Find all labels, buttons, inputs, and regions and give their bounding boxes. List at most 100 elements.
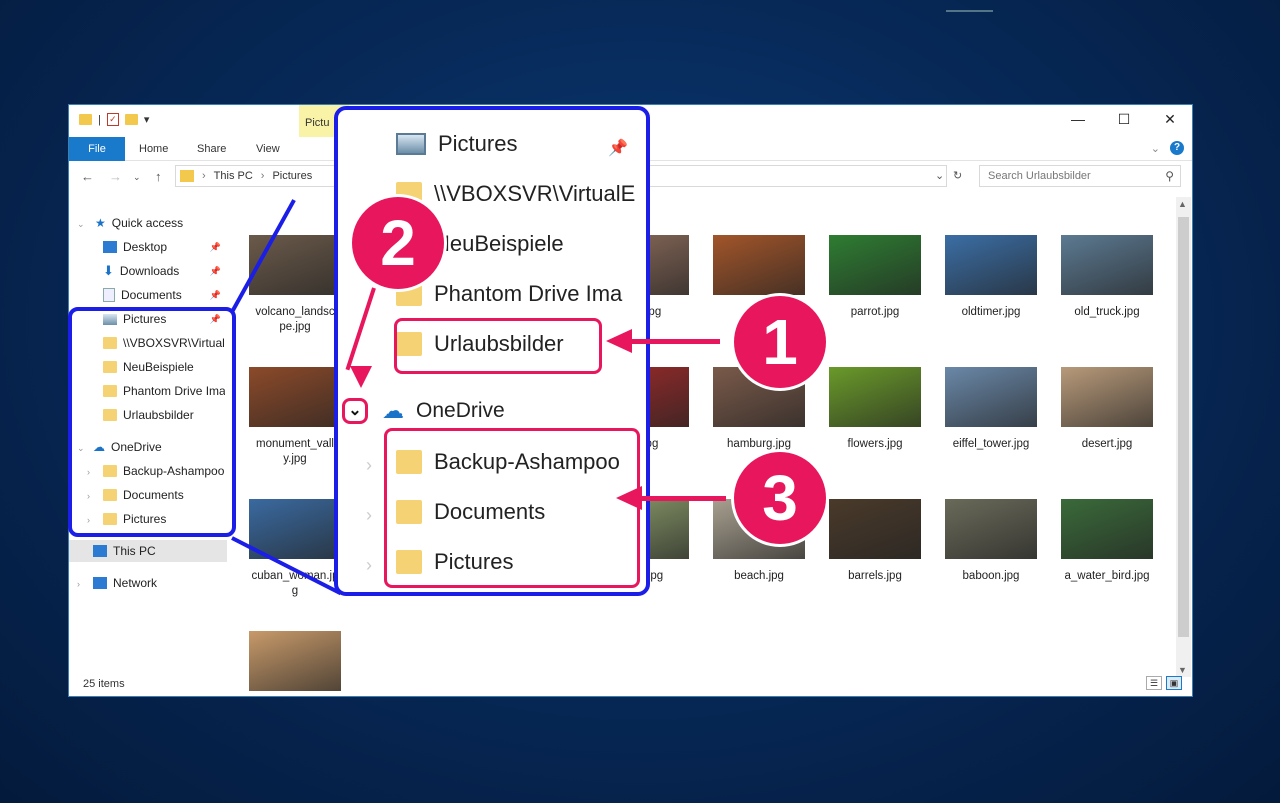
sidebar-item-this-pc[interactable]: This PC (69, 540, 227, 562)
item-count: 25 items (83, 678, 125, 690)
file-thumbnail[interactable]: eiffel_tower.jpg (945, 367, 1037, 452)
desktop-icon (103, 241, 117, 253)
file-name: monument_vall (256, 438, 334, 450)
tab-home[interactable]: Home (129, 137, 178, 161)
download-arrow-icon: ⬇ (103, 263, 114, 278)
sidebar-item-desktop[interactable]: Desktop 📌 (103, 236, 225, 258)
file-thumbnail[interactable]: desert.jpg (1061, 367, 1153, 452)
back-icon[interactable]: ← (81, 169, 94, 184)
document-icon (103, 288, 115, 302)
quick-access-toolbar: | ✓ ▾ (79, 113, 149, 126)
image-preview (249, 235, 341, 295)
image-preview (945, 499, 1037, 559)
sidebar-item-network[interactable]: Network (93, 572, 225, 594)
minimize-button[interactable]: — (1063, 111, 1093, 127)
image-preview (249, 367, 341, 427)
file-thumbnail[interactable]: oldtimer.jpg (945, 235, 1037, 320)
tab-share[interactable]: Share (187, 137, 236, 161)
zoom-item-onedrive: ☁ OneDrive (382, 393, 505, 429)
sidebar-item-label: Documents (121, 288, 182, 302)
breadcrumb-pictures[interactable]: Pictures (272, 170, 312, 182)
image-preview (945, 235, 1037, 295)
network-icon (93, 577, 107, 589)
scroll-up-icon[interactable]: ▲ (1178, 199, 1187, 209)
pin-icon: 📌 (608, 140, 628, 157)
zoom-item-label: NeuBeispiele (434, 231, 564, 256)
qat-dropdown-icon[interactable]: ▾ (144, 113, 150, 126)
zoom-item-label: Phantom Drive Ima (434, 281, 623, 306)
file-thumbnail[interactable]: flowers.jpg (829, 367, 921, 452)
step-badge-1: 1 (734, 296, 826, 388)
arrow-head-2 (350, 366, 372, 388)
up-icon[interactable]: ↑ (155, 169, 162, 184)
file-thumbnail[interactable]: barrels.jpg (829, 499, 921, 584)
step-badge-2: 2 (352, 197, 444, 289)
forward-icon[interactable]: → (109, 169, 122, 184)
sidebar-item-label: Network (113, 576, 158, 590)
maximize-button[interactable]: ☐ (1109, 111, 1139, 128)
chevron-right-icon[interactable]: › (77, 579, 80, 589)
address-dropdown-icon[interactable]: ⌄ (935, 169, 944, 182)
breadcrumb-this-pc[interactable]: This PC (214, 170, 253, 182)
pictures-icon (396, 133, 426, 155)
new-folder-icon[interactable] (124, 114, 138, 125)
file-name-continued: pe.jpg (279, 321, 311, 333)
status-bar: 25 items ☰ ▣ (69, 672, 1192, 696)
zoom-item-vboxsvr: \\VBOXSVR\VirtualE (396, 176, 635, 212)
file-thumbnail[interactable]: old_truck.jpg (1061, 235, 1153, 320)
image-preview (249, 499, 341, 559)
arrow-shaft-1 (630, 339, 720, 344)
image-preview (829, 499, 921, 559)
sidebar-item-label: This PC (113, 544, 156, 558)
refresh-icon[interactable]: ↻ (953, 169, 962, 182)
file-thumbnail[interactable]: baboon.jpg (945, 499, 1037, 584)
properties-icon[interactable]: ✓ (106, 113, 119, 126)
sidebar-item-label: Desktop (123, 240, 168, 254)
sidebar-item-quick-access[interactable]: ★ Quick access (95, 212, 225, 234)
highlight-box-onedrive-items (384, 428, 640, 588)
image-preview (713, 235, 805, 295)
tab-file[interactable]: File (69, 137, 125, 161)
image-preview (1061, 499, 1153, 559)
search-input[interactable]: Search Urlaubsbilder ⚲ (979, 165, 1181, 187)
file-name: baboon.jpg (962, 570, 1020, 582)
vertical-scrollbar[interactable]: ▲ ▼ (1176, 197, 1191, 677)
file-thumbnail[interactable]: parrot.jpg (829, 235, 921, 320)
expand-ribbon-icon[interactable]: ⌄ (1151, 142, 1160, 155)
recent-locations-icon[interactable]: ⌄ (133, 172, 141, 183)
file-name: hamburg.jpg (727, 438, 791, 450)
chevron-right-icon: › (202, 170, 206, 182)
details-view-icon[interactable]: ☰ (1146, 676, 1162, 690)
sidebar-item-label: Downloads (119, 264, 180, 278)
file-name-continued: y.jpg (283, 453, 307, 465)
tab-view[interactable]: View (246, 137, 290, 161)
sidebar-item-documents[interactable]: Documents 📌 (103, 284, 225, 306)
file-thumbnail[interactable]: a_water_bird.jpg (1061, 499, 1153, 584)
zoom-item-label: Pictures (438, 131, 518, 156)
help-icon[interactable]: ? (1170, 141, 1184, 155)
chevron-down-icon[interactable]: ⌄ (77, 219, 85, 230)
separator: | (98, 113, 101, 126)
sidebar-item-downloads[interactable]: ⬇ Downloads 📌 (103, 260, 225, 282)
scrollbar-thumb[interactable] (1178, 217, 1189, 637)
file-name: oldtimer.jpg (961, 306, 1021, 318)
folder-icon (180, 170, 194, 182)
folder-icon[interactable] (79, 114, 92, 125)
file-name: volcano_landsc (255, 306, 335, 318)
image-preview (829, 367, 921, 427)
arrow-head-1 (606, 329, 632, 353)
chevron-right-icon: › (366, 555, 372, 575)
file-thumbnail[interactable]: monument_vall y.jpg (249, 367, 341, 467)
close-button[interactable]: ✕ (1155, 111, 1185, 128)
file-name: eiffel_tower.jpg (952, 438, 1030, 450)
view-switcher: ☰ ▣ (1146, 676, 1182, 690)
file-name: parrot.jpg (850, 306, 900, 318)
chevron-right-icon: › (366, 505, 372, 525)
large-icons-view-icon[interactable]: ▣ (1166, 676, 1182, 690)
star-icon: ★ (95, 216, 106, 230)
file-name: a_water_bird.jpg (1064, 570, 1150, 582)
cloud-icon: ☁ (382, 398, 404, 423)
arrow-shaft-3 (640, 496, 726, 501)
zoom-item-label: \\VBOXSVR\VirtualE (434, 181, 636, 206)
zoom-item-pictures: Pictures (396, 126, 517, 162)
